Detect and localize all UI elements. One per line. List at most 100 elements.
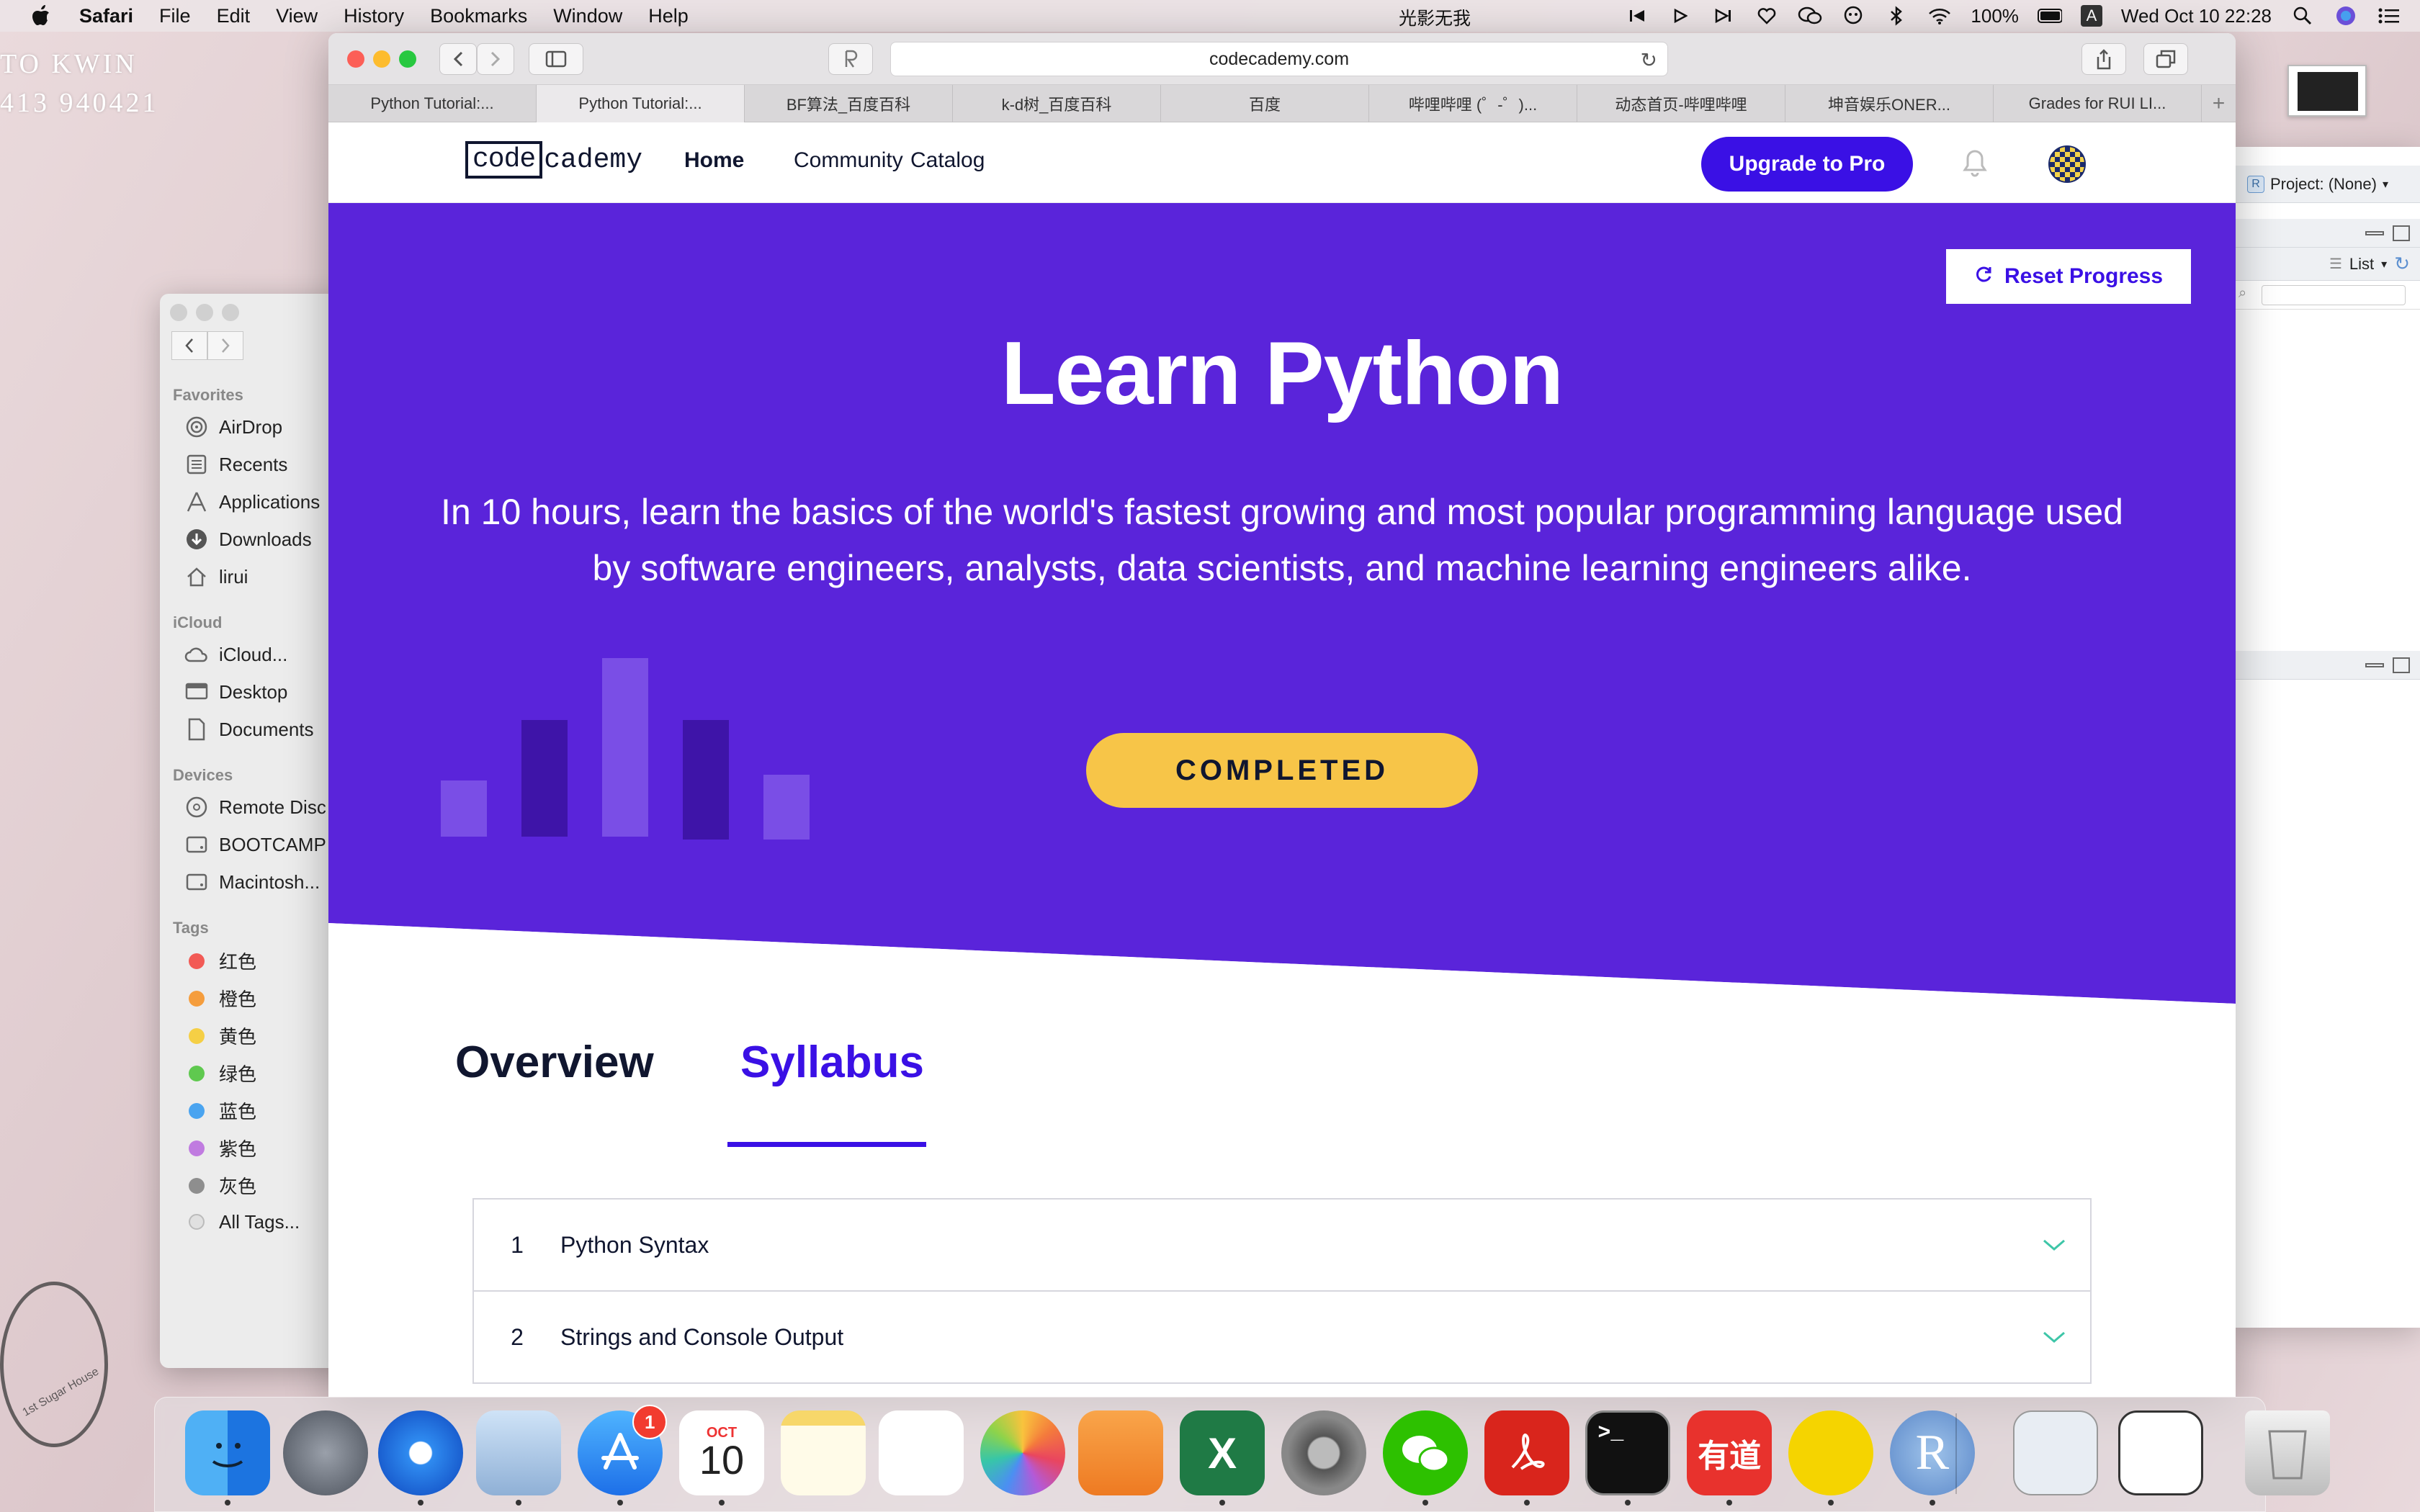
upgrade-to-pro-button[interactable]: Upgrade to Pro (1701, 137, 1913, 192)
battery-icon[interactable] (2037, 5, 2062, 27)
spotlight-search-icon[interactable] (2290, 5, 2315, 27)
browser-tab[interactable]: 百度 (1161, 85, 1369, 122)
nav-catalog[interactable]: Catalog (910, 148, 985, 173)
nav-community[interactable]: Community (794, 148, 903, 173)
menu-bookmarks[interactable]: Bookmarks (430, 5, 527, 27)
heart-icon[interactable] (1754, 5, 1779, 27)
sidebar-tag-item[interactable]: 红色 (184, 948, 256, 974)
syllabus-item[interactable]: 2 Strings and Console Output (472, 1290, 2092, 1384)
excel-icon[interactable]: X (1180, 1410, 1265, 1495)
apple-icon[interactable] (27, 5, 55, 27)
input-method-icon[interactable]: A (2080, 5, 2102, 27)
window-zoom-button[interactable] (399, 50, 416, 68)
launchpad-icon[interactable] (283, 1410, 368, 1495)
notes-icon[interactable] (780, 1410, 866, 1495)
tab-syllabus[interactable]: Syllabus (740, 1037, 924, 1088)
menu-window[interactable]: Window (553, 5, 622, 27)
browser-tab[interactable]: 坤音娱乐ONER... (1785, 85, 1994, 122)
sidebar-tag-item[interactable]: 灰色 (184, 1172, 256, 1199)
codecademy-logo[interactable]: code cademy (465, 141, 642, 179)
wechat-icon[interactable] (1382, 1410, 1468, 1495)
finder-close-button[interactable] (170, 304, 187, 321)
notification-bell-icon[interactable] (1959, 147, 1991, 179)
project-selector[interactable]: Project: (None) (2270, 175, 2377, 194)
sidebar-tag-item[interactable]: 紫色 (184, 1135, 256, 1161)
safari-icon[interactable] (378, 1410, 463, 1495)
refresh-icon[interactable]: ↻ (2394, 253, 2410, 275)
menu-history[interactable]: History (344, 5, 404, 27)
sidebar-tag-item[interactable]: 橙色 (184, 985, 256, 1012)
desktop-window-thumbnail[interactable] (2287, 65, 2367, 117)
extension-button[interactable] (828, 43, 873, 75)
menu-edit[interactable]: Edit (217, 5, 251, 27)
env-search-input[interactable] (2262, 285, 2406, 305)
calendar-icon[interactable]: OCT 10 (679, 1410, 764, 1495)
share-button[interactable] (2081, 43, 2126, 75)
list-dropdown[interactable]: List (2349, 255, 2374, 274)
browser-tab[interactable]: 动态首页-哔哩哔哩 (1577, 85, 1785, 122)
terminal-icon[interactable]: >_ (1585, 1410, 1671, 1495)
reload-icon[interactable]: ↻ (1641, 48, 1657, 72)
tab-overview-button[interactable] (2143, 43, 2188, 75)
sidebar-tag-item[interactable]: All Tags... (184, 1210, 300, 1234)
previous-track-icon[interactable] (1625, 5, 1649, 27)
pages-icon[interactable] (1078, 1410, 1164, 1495)
sidebar-item-bootcamp[interactable]: BOOTCAMP (184, 832, 326, 857)
browser-tab[interactable]: BF算法_百度百科 (745, 85, 953, 122)
maximize-pane-icon[interactable] (2393, 225, 2410, 241)
finder-icon[interactable] (184, 1410, 270, 1495)
completed-status-button[interactable]: COMPLETED (1086, 733, 1478, 808)
sidebar-tag-item[interactable]: 绿色 (184, 1060, 256, 1086)
menu-view[interactable]: View (276, 5, 318, 27)
notification-center-icon[interactable] (2377, 5, 2401, 27)
forward-button[interactable] (477, 43, 514, 75)
app-store-icon[interactable]: 1 (578, 1405, 668, 1495)
date-time[interactable]: Wed Oct 10 22:28 (2121, 5, 2272, 27)
browser-tab[interactable]: k-d树_百度百科 (953, 85, 1161, 122)
nav-home[interactable]: Home (684, 148, 744, 173)
browser-tab[interactable]: Python Tutorial:... (537, 85, 745, 122)
youdao-icon[interactable]: 有道 (1687, 1410, 1773, 1495)
preview-icon[interactable] (476, 1410, 562, 1495)
trash-icon[interactable] (2244, 1410, 2330, 1495)
sidebar-item-documents[interactable]: Documents (184, 717, 314, 742)
system-preferences-icon[interactable] (1281, 1410, 1366, 1495)
window-close-button[interactable] (347, 50, 364, 68)
menu-file[interactable]: File (159, 5, 191, 27)
finder-zoom-button[interactable] (222, 304, 239, 321)
status-app-name[interactable]: 光影无我 (1399, 4, 1471, 30)
sidebar-tag-item[interactable]: 蓝色 (184, 1097, 256, 1124)
chevron-down-icon[interactable] (2018, 1238, 2090, 1252)
siri-icon[interactable] (2334, 5, 2358, 27)
sidebar-tag-item[interactable]: 黄色 (184, 1022, 256, 1049)
minimize-pane-icon[interactable] (2365, 230, 2384, 235)
syllabus-item[interactable]: 1 Python Syntax (472, 1198, 2092, 1292)
sidebar-toggle-button[interactable] (529, 43, 583, 75)
sidebar-item-desktop[interactable]: Desktop (184, 680, 287, 704)
tab-overview[interactable]: Overview (455, 1037, 654, 1088)
qq-status-icon[interactable] (1841, 5, 1865, 27)
play-icon[interactable] (1668, 5, 1693, 27)
screenshot-window-icon[interactable] (2118, 1410, 2203, 1495)
browser-tab[interactable]: Python Tutorial:... (328, 85, 537, 122)
browser-tab[interactable]: 哔哩哔哩 (゜-゜)... (1369, 85, 1577, 122)
r-icon[interactable]: R (1889, 1410, 1975, 1495)
next-track-icon[interactable] (1711, 5, 1736, 27)
sidebar-item-icloud-drive[interactable]: iCloud... (184, 642, 287, 667)
chevron-down-icon[interactable] (2018, 1330, 2090, 1344)
reminders-icon[interactable] (879, 1410, 964, 1495)
sidebar-item-home[interactable]: lirui (184, 564, 248, 589)
browser-tab[interactable]: Grades for RUI LI... (1994, 85, 2202, 122)
address-bar[interactable]: codecademy.com ↻ (890, 42, 1668, 76)
sidebar-item-downloads[interactable]: Downloads (184, 527, 312, 552)
finder-forward-button[interactable] (207, 331, 243, 360)
user-avatar[interactable] (2048, 145, 2086, 183)
menu-app-name[interactable]: Safari (79, 5, 133, 27)
wechat-status-icon[interactable] (1798, 5, 1822, 27)
sidebar-item-macintosh[interactable]: Macintosh... (184, 870, 320, 894)
sidebar-item-applications[interactable]: Applications (184, 490, 320, 514)
photos-icon[interactable] (980, 1410, 1065, 1495)
window-minimize-button[interactable] (373, 50, 390, 68)
reset-progress-button[interactable]: Reset Progress (1946, 249, 2191, 304)
qq-music-icon[interactable] (1788, 1410, 1873, 1495)
